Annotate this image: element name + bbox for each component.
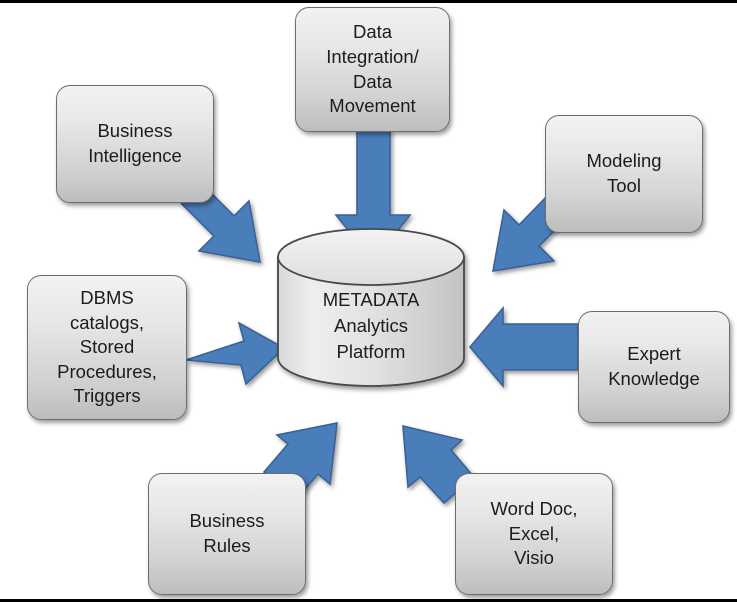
node-data-integration-data-movement[interactable]: Data Integration/ Data Movement (295, 7, 450, 132)
node-expert-knowledge-label: Expert Knowledge (608, 343, 700, 389)
node-modeling-tool[interactable]: Modeling Tool (545, 115, 703, 233)
node-expert-knowledge[interactable]: Expert Knowledge (578, 311, 730, 423)
node-business-rules[interactable]: Business Rules (148, 473, 306, 595)
node-word-doc-excel-visio-label: Word Doc, Excel, Visio (490, 498, 578, 569)
center-label-text: METADATA Analytics Platform (322, 289, 420, 362)
node-dbms-catalogs-stored-procedures-triggers[interactable]: DBMS catalogs, Stored Procedures, Trigge… (27, 275, 187, 420)
diagram-canvas: METADATA Analytics Platform Business Int… (0, 0, 737, 602)
node-word-doc-excel-visio[interactable]: Word Doc, Excel, Visio (455, 473, 613, 595)
node-business-rules-label: Business Rules (189, 510, 265, 556)
node-business-intelligence[interactable]: Business Intelligence (56, 85, 214, 203)
arrow-dbms-to-platform (185, 321, 286, 386)
node-modeling-tool-label: Modeling Tool (586, 150, 662, 196)
metadata-analytics-platform-label: METADATA Analytics Platform (281, 278, 461, 374)
node-data-integration-data-movement-label: Data Integration/ Data Movement (326, 21, 419, 117)
node-dbms-catalogs-stored-procedures-triggers-label: DBMS catalogs, Stored Procedures, Trigge… (57, 287, 157, 407)
arrow-expert-knowledge-to-platform (468, 305, 579, 389)
node-business-intelligence-label: Business Intelligence (88, 120, 182, 166)
